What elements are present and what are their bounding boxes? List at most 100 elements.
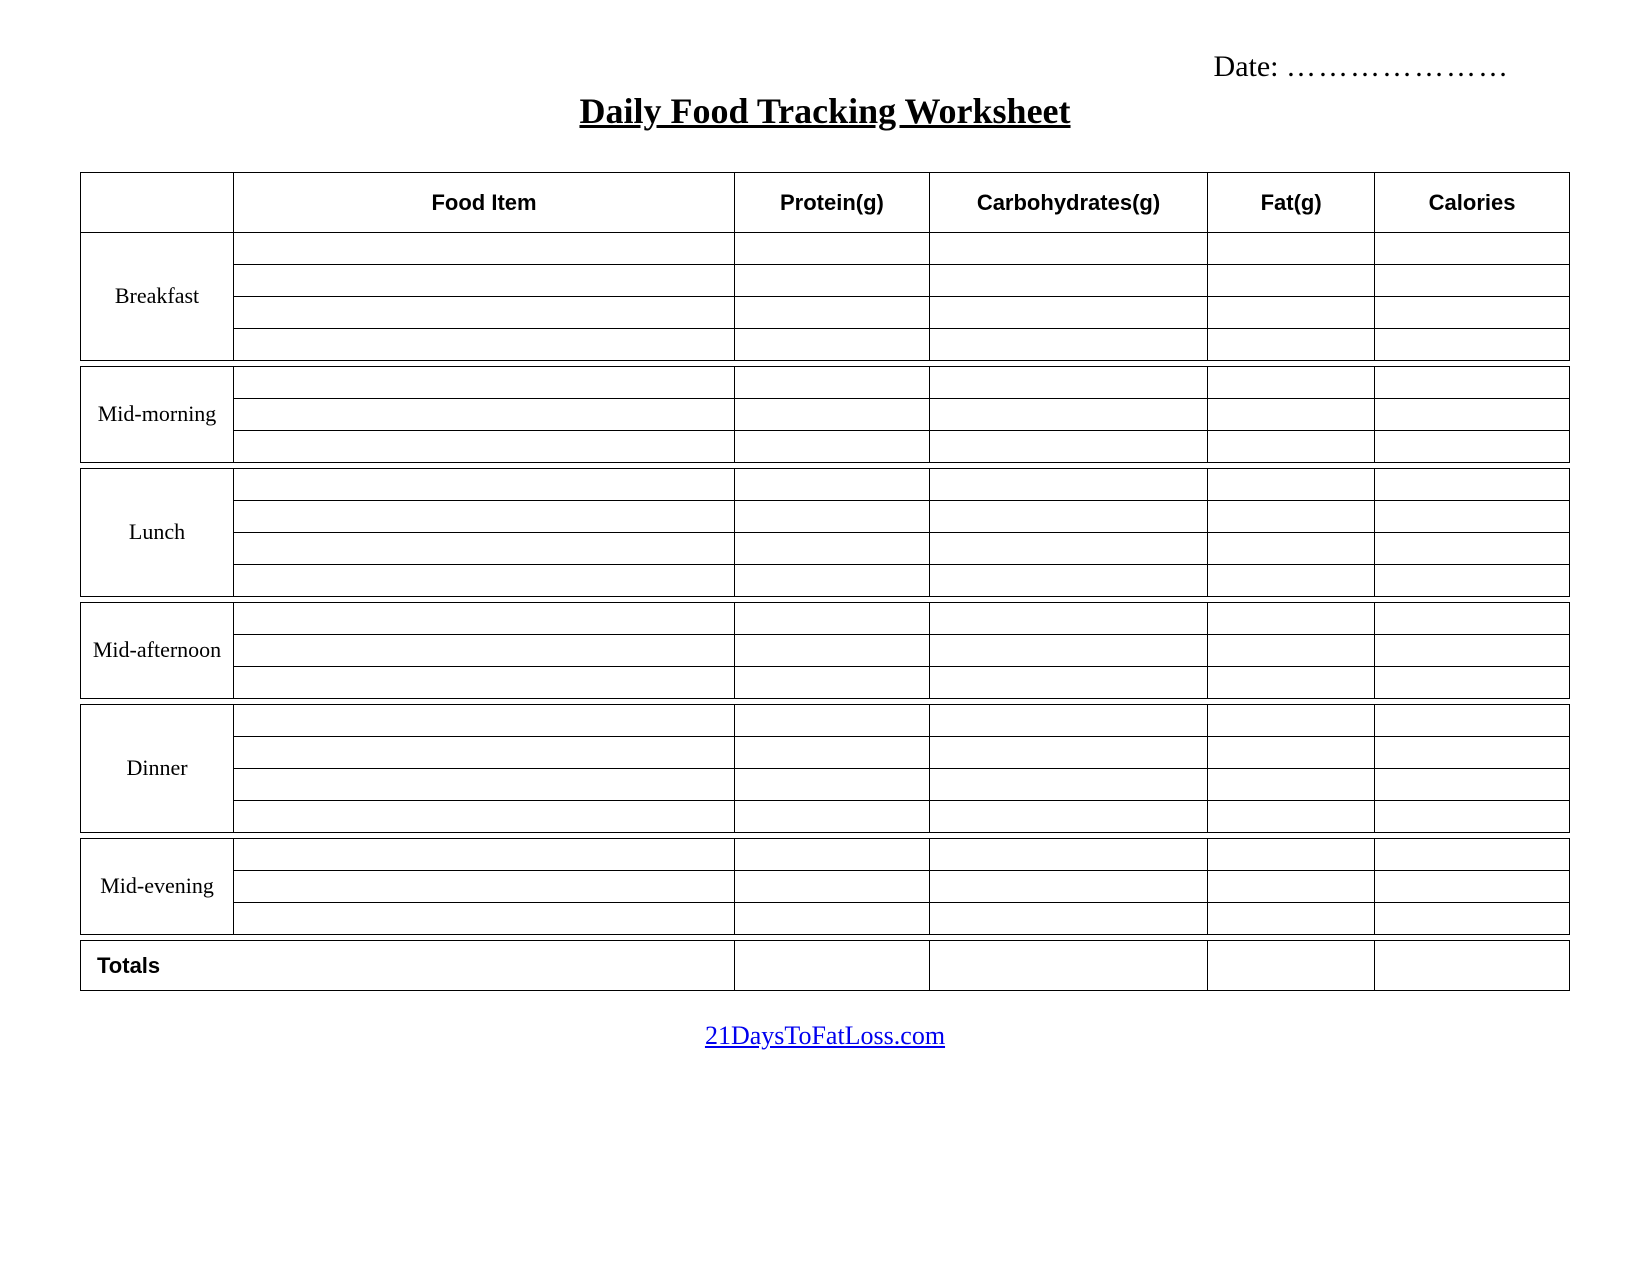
cell[interactable]	[234, 233, 735, 265]
cell[interactable]	[1208, 667, 1375, 699]
cell[interactable]	[929, 737, 1207, 769]
cell[interactable]	[234, 399, 735, 431]
cell[interactable]	[234, 565, 735, 597]
cell[interactable]	[929, 399, 1207, 431]
cell[interactable]	[735, 431, 930, 463]
cell[interactable]	[1375, 801, 1570, 833]
cell[interactable]	[735, 903, 930, 935]
cell[interactable]	[929, 431, 1207, 463]
cell[interactable]	[1375, 903, 1570, 935]
totals-cell[interactable]	[1375, 941, 1570, 991]
cell[interactable]	[1208, 329, 1375, 361]
cell[interactable]	[1208, 297, 1375, 329]
cell[interactable]	[929, 565, 1207, 597]
cell[interactable]	[735, 801, 930, 833]
cell[interactable]	[735, 667, 930, 699]
cell[interactable]	[735, 769, 930, 801]
cell[interactable]	[735, 329, 930, 361]
cell[interactable]	[1208, 265, 1375, 297]
cell[interactable]	[1375, 469, 1570, 501]
cell[interactable]	[929, 297, 1207, 329]
totals-cell[interactable]	[929, 941, 1207, 991]
footer-link[interactable]: 21DaysToFatLoss.com	[705, 1021, 945, 1050]
cell[interactable]	[929, 705, 1207, 737]
cell[interactable]	[735, 737, 930, 769]
cell[interactable]	[1375, 297, 1570, 329]
cell[interactable]	[735, 635, 930, 667]
totals-cell[interactable]	[1208, 941, 1375, 991]
cell[interactable]	[929, 903, 1207, 935]
cell[interactable]	[1375, 501, 1570, 533]
cell[interactable]	[929, 635, 1207, 667]
cell[interactable]	[234, 603, 735, 635]
cell[interactable]	[1375, 737, 1570, 769]
cell[interactable]	[735, 565, 930, 597]
cell[interactable]	[1375, 399, 1570, 431]
cell[interactable]	[234, 469, 735, 501]
cell[interactable]	[1375, 769, 1570, 801]
cell[interactable]	[1208, 903, 1375, 935]
cell[interactable]	[735, 367, 930, 399]
cell[interactable]	[234, 431, 735, 463]
cell[interactable]	[735, 399, 930, 431]
cell[interactable]	[1375, 533, 1570, 565]
cell[interactable]	[234, 737, 735, 769]
cell[interactable]	[735, 603, 930, 635]
cell[interactable]	[1208, 399, 1375, 431]
cell[interactable]	[735, 233, 930, 265]
cell[interactable]	[234, 801, 735, 833]
cell[interactable]	[1208, 801, 1375, 833]
cell[interactable]	[929, 501, 1207, 533]
cell[interactable]	[1208, 737, 1375, 769]
cell[interactable]	[234, 635, 735, 667]
cell[interactable]	[1208, 431, 1375, 463]
cell[interactable]	[1208, 469, 1375, 501]
cell[interactable]	[1375, 233, 1570, 265]
cell[interactable]	[735, 265, 930, 297]
cell[interactable]	[929, 329, 1207, 361]
cell[interactable]	[1375, 367, 1570, 399]
cell[interactable]	[929, 469, 1207, 501]
cell[interactable]	[929, 839, 1207, 871]
cell[interactable]	[1208, 233, 1375, 265]
cell[interactable]	[1208, 603, 1375, 635]
totals-cell[interactable]	[735, 941, 930, 991]
cell[interactable]	[735, 533, 930, 565]
cell[interactable]	[1375, 705, 1570, 737]
cell[interactable]	[234, 839, 735, 871]
cell[interactable]	[735, 705, 930, 737]
cell[interactable]	[1208, 839, 1375, 871]
cell[interactable]	[735, 297, 930, 329]
cell[interactable]	[1208, 533, 1375, 565]
cell[interactable]	[1208, 635, 1375, 667]
cell[interactable]	[929, 871, 1207, 903]
date-value[interactable]: …………………	[1286, 50, 1510, 83]
cell[interactable]	[234, 769, 735, 801]
cell[interactable]	[929, 603, 1207, 635]
cell[interactable]	[929, 233, 1207, 265]
cell[interactable]	[1375, 265, 1570, 297]
cell[interactable]	[735, 871, 930, 903]
cell[interactable]	[1375, 667, 1570, 699]
cell[interactable]	[234, 533, 735, 565]
cell[interactable]	[1375, 603, 1570, 635]
cell[interactable]	[929, 667, 1207, 699]
cell[interactable]	[1375, 871, 1570, 903]
cell[interactable]	[1208, 501, 1375, 533]
cell[interactable]	[1208, 705, 1375, 737]
cell[interactable]	[929, 769, 1207, 801]
cell[interactable]	[929, 367, 1207, 399]
cell[interactable]	[234, 297, 735, 329]
cell[interactable]	[735, 839, 930, 871]
cell[interactable]	[1208, 367, 1375, 399]
cell[interactable]	[1375, 431, 1570, 463]
cell[interactable]	[735, 501, 930, 533]
cell[interactable]	[1375, 329, 1570, 361]
cell[interactable]	[1208, 871, 1375, 903]
cell[interactable]	[234, 367, 735, 399]
cell[interactable]	[234, 705, 735, 737]
cell[interactable]	[234, 329, 735, 361]
cell[interactable]	[1208, 769, 1375, 801]
cell[interactable]	[735, 469, 930, 501]
cell[interactable]	[234, 501, 735, 533]
